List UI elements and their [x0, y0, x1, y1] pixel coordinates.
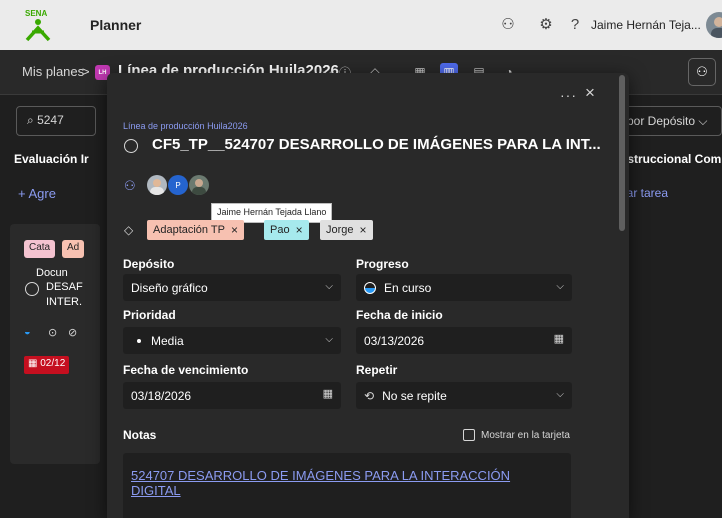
priority-dot-icon	[137, 338, 141, 343]
chevron-down-icon: ⌵	[325, 334, 333, 345]
close-icon[interactable]: ×	[585, 83, 595, 103]
search-value: 5247	[37, 113, 64, 127]
card-tag-2: Ad	[62, 240, 85, 258]
user-avatar[interactable]	[706, 12, 722, 38]
show-on-card-label: Mostrar en la tarjeta	[481, 429, 570, 441]
task-card-background[interactable]	[10, 224, 100, 464]
progress-label: Progreso	[356, 257, 409, 271]
bucket-title-left: Evaluación Ir	[14, 152, 89, 166]
breadcrumb-my-plans[interactable]: Mis planes	[22, 64, 84, 79]
card-progress-icon: ◒	[24, 326, 31, 338]
start-date-value: 03/13/2026	[364, 333, 425, 348]
card-checklist-icon: ⊘	[68, 327, 78, 339]
card-comment-icon: ⊙	[48, 327, 58, 339]
logo-text: SENA	[25, 9, 47, 18]
share-people-icon[interactable]: ⚇	[498, 14, 518, 34]
chevron-down-icon: ⌵	[556, 281, 564, 292]
due-date-label: Fecha de vencimiento	[123, 363, 249, 377]
chevron-down-icon: ⌵	[556, 389, 564, 400]
breadcrumb-separator: >	[82, 64, 90, 79]
modal-scrollbar[interactable]	[619, 75, 625, 231]
repeat-value: No se repite	[382, 388, 447, 403]
start-date-label: Fecha de inicio	[356, 308, 443, 322]
repeat-select[interactable]: ⟲ No se repite ⌵	[356, 382, 572, 409]
assignee-avatar-2[interactable]: P	[168, 175, 188, 195]
calendar-icon[interactable]: ▦	[323, 387, 333, 400]
app-name: Planner	[90, 17, 142, 33]
assignee-avatar-3[interactable]	[189, 175, 209, 195]
card-due-date: ▦ 02/12	[24, 356, 70, 374]
bucket-title-right: nstruccional Compe	[620, 152, 722, 166]
group-by-label: por Depósito	[627, 114, 696, 128]
assign-icon[interactable]: ⚇	[124, 178, 136, 194]
search-input[interactable]: ⌕ 5247	[16, 106, 96, 136]
priority-select[interactable]: Media ⌵	[123, 327, 341, 354]
sena-logo: SENA	[25, 9, 51, 42]
gear-icon[interactable]: ⚙	[536, 14, 556, 34]
tag-icon: ◇	[124, 223, 134, 237]
card-due-date-text: 02/12	[40, 358, 66, 369]
in-progress-icon	[364, 281, 376, 294]
repeat-icon: ⟲	[364, 388, 375, 403]
tag-jorge[interactable]: Jorge ×	[320, 220, 373, 240]
complete-task-checkbox[interactable]	[124, 139, 138, 153]
due-date-value: 03/18/2026	[131, 388, 192, 403]
progress-select[interactable]: En curso ⌵	[356, 274, 572, 301]
card-tag-1: Cata	[24, 240, 56, 258]
bucket-label: Depósito	[123, 257, 175, 271]
add-task-left[interactable]: + Agre	[18, 186, 56, 201]
repeat-label: Repetir	[356, 363, 398, 377]
add-person-icon: ⚇	[696, 64, 708, 79]
user-name[interactable]: Jaime Hernán Teja...	[591, 18, 701, 32]
group-by-filter[interactable]: por Depósito ⌵	[622, 106, 722, 136]
bucket-value: Diseño gráfico	[131, 280, 208, 295]
app-top-bar: SENA Planner ⚇ ⚙ ? Jaime Hernán Teja...	[0, 0, 722, 50]
tag-pao-label: Pao	[270, 224, 290, 236]
notes-editor[interactable]: 524707 DESARROLLO DE IMÁGENES PARA LA IN…	[123, 453, 571, 518]
card-complete-icon[interactable]	[25, 282, 39, 296]
assignee-avatar-1[interactable]	[147, 175, 167, 195]
card-line-1: Docun	[36, 267, 68, 279]
more-options-icon[interactable]: ···	[560, 87, 577, 103]
priority-label: Prioridad	[123, 308, 176, 322]
priority-value: Media	[151, 333, 184, 348]
calendar-icon[interactable]: ▦	[554, 332, 564, 345]
show-on-card-checkbox[interactable]	[463, 429, 475, 441]
task-title[interactable]: CF5_TP__524707 DESARROLLO DE IMÁGENES PA…	[152, 136, 601, 153]
chevron-down-icon: ⌵	[325, 281, 333, 292]
task-plan-name[interactable]: Línea de producción Huila2026	[123, 121, 248, 131]
help-icon[interactable]: ?	[565, 14, 585, 34]
tag-adaptacion[interactable]: Adaptación TP ×	[147, 220, 244, 240]
tag-jorge-label: Jorge	[326, 224, 354, 236]
remove-tag-icon[interactable]: ×	[231, 223, 238, 237]
remove-tag-icon[interactable]: ×	[360, 223, 367, 237]
tag-adaptacion-label: Adaptación TP	[153, 224, 225, 236]
task-detail-dialog: ··· × Línea de producción Huila2026 CF5_…	[107, 73, 629, 518]
start-date-field[interactable]: 03/13/2026 ▦	[356, 327, 572, 354]
show-on-card-option[interactable]: Mostrar en la tarjeta	[463, 429, 570, 441]
bucket-select[interactable]: Diseño gráfico ⌵	[123, 274, 341, 301]
assign-member-button[interactable]: ⚇	[688, 58, 716, 86]
due-date-field[interactable]: 03/18/2026 ▦	[123, 382, 341, 409]
notes-link[interactable]: 524707 DESARROLLO DE IMÁGENES PARA LA IN…	[131, 468, 563, 498]
card-line-2: DESAF	[46, 281, 83, 293]
remove-tag-icon[interactable]: ×	[296, 223, 303, 237]
card-line-3: INTER.	[46, 296, 83, 308]
tag-pao[interactable]: Pao ×	[264, 220, 309, 240]
notes-label: Notas	[123, 428, 157, 442]
progress-value: En curso	[384, 280, 432, 295]
